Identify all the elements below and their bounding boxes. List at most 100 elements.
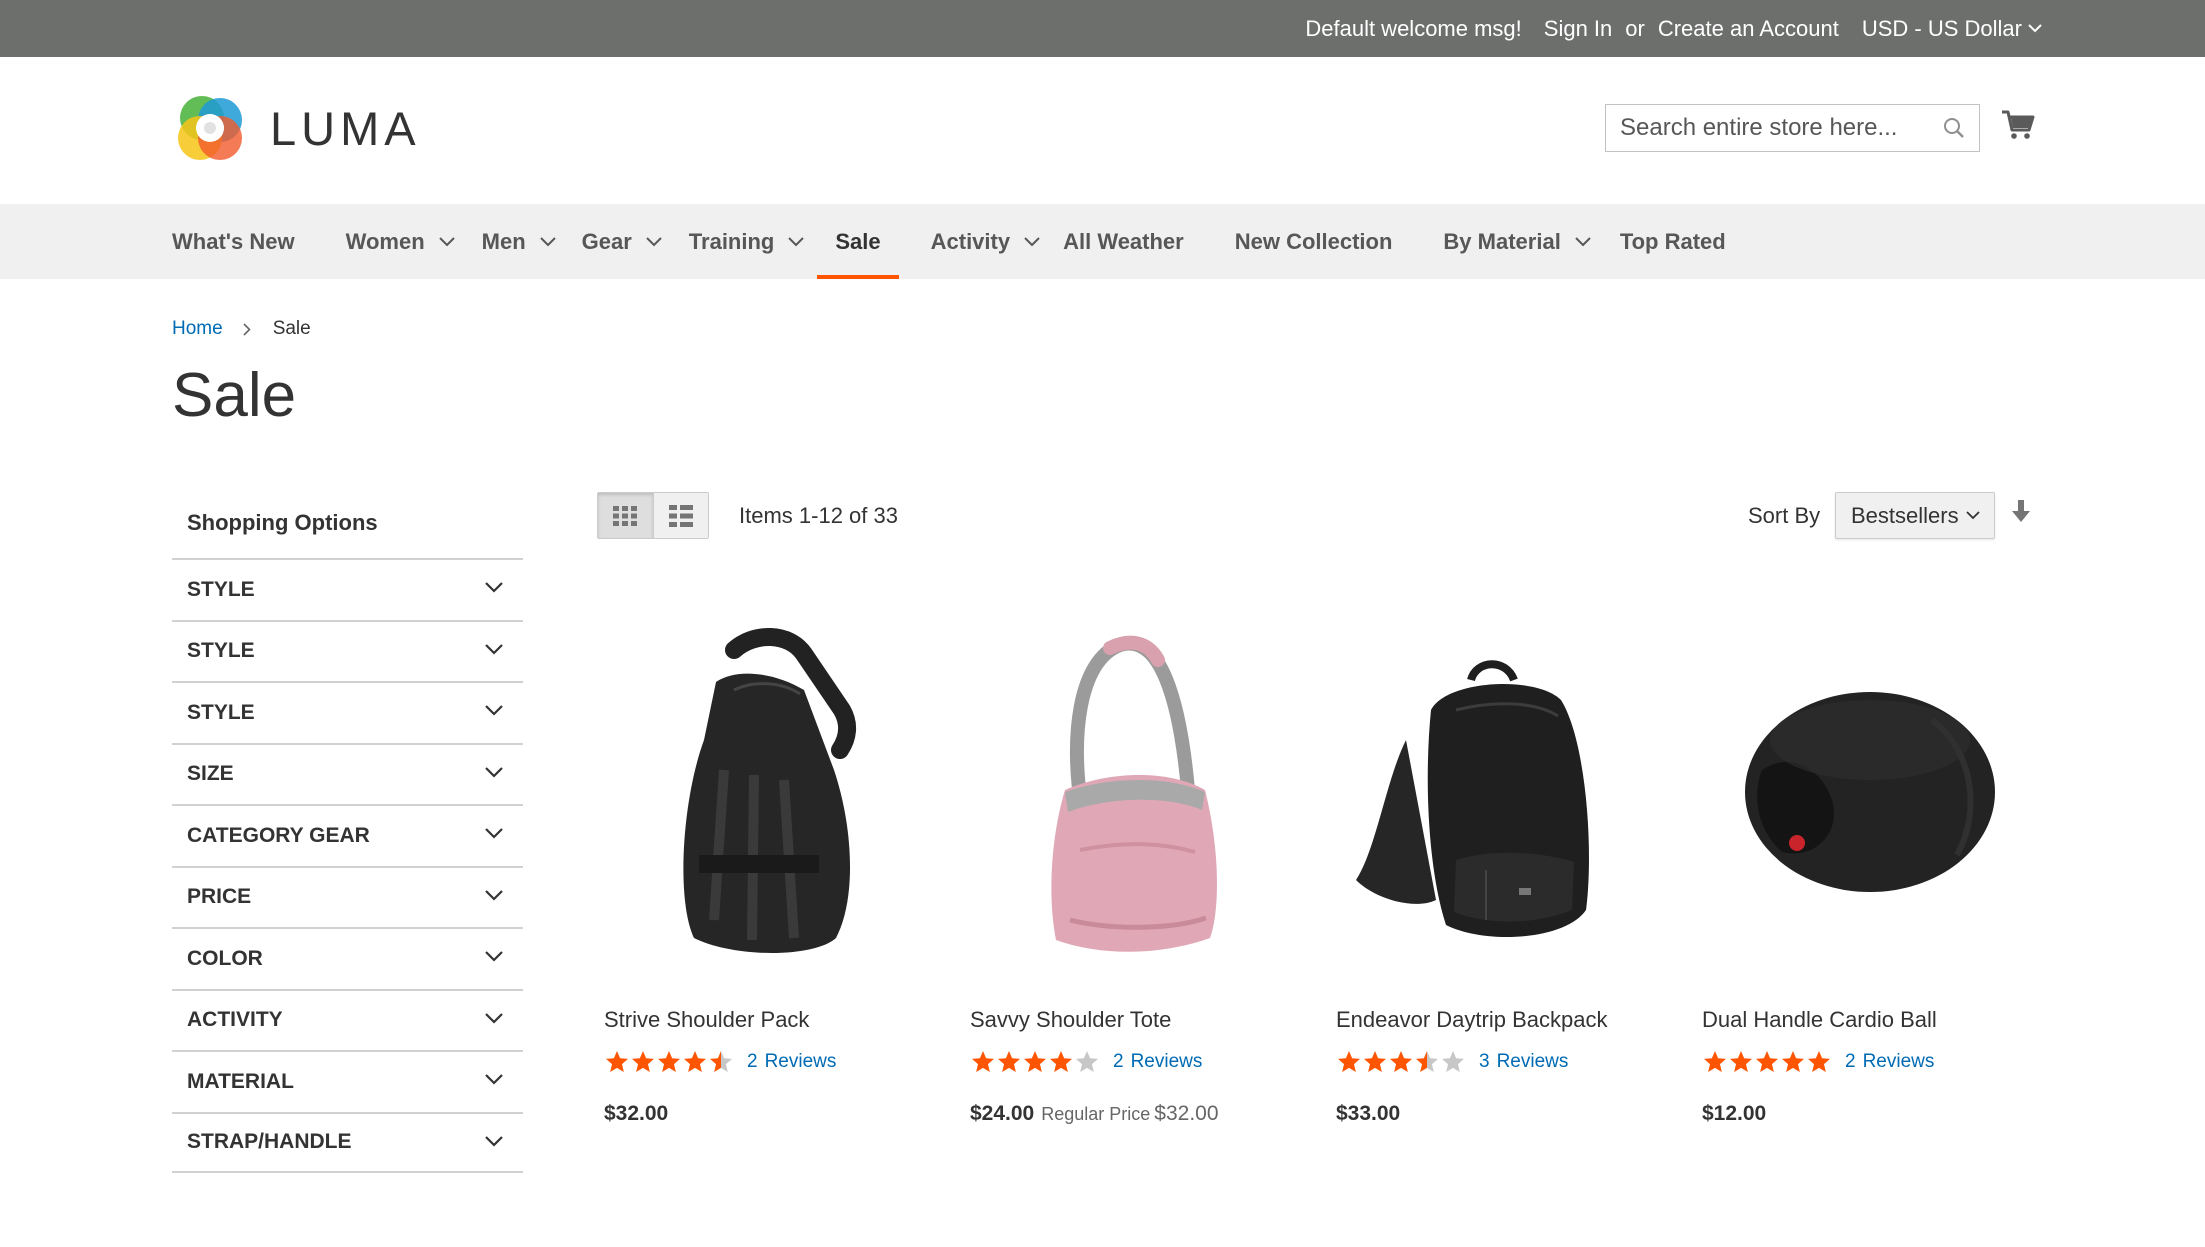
reviews-label: Reviews (1862, 1051, 1935, 1072)
nav-item-label: Men (481, 228, 526, 254)
chevron-down-icon (485, 889, 503, 901)
chevron-down-icon (2028, 24, 2042, 33)
rating-stars (604, 1050, 734, 1074)
nav-item-label: New Collection (1234, 228, 1393, 254)
chevron-down-icon (485, 1135, 503, 1147)
filter-material[interactable]: MATERIAL (172, 1050, 523, 1112)
breadcrumb-home-link[interactable]: Home (172, 318, 223, 340)
shopping-cart-icon[interactable] (2001, 109, 2035, 141)
filter-label: COLOR (187, 946, 263, 970)
create-account-link[interactable]: Create an Account (1658, 16, 1839, 42)
filter-activity[interactable]: ACTIVITY (172, 988, 523, 1051)
chevron-down-icon (485, 828, 503, 839)
rating-stars (970, 1050, 1100, 1074)
nav-item-by-material[interactable]: By Material (1443, 204, 1591, 279)
nav-item-label: Training (688, 228, 775, 254)
nav-item-whats-new[interactable]: What's New (172, 204, 295, 279)
product-price: $12.00 (1702, 1102, 1766, 1126)
filter-size[interactable]: SIZE (172, 742, 523, 805)
sign-in-link[interactable]: Sign In (1544, 16, 1613, 42)
grid-view-button[interactable] (598, 493, 653, 538)
star-icon (1442, 1051, 1464, 1072)
product-price: $24.00 Regular Price $32.00 (970, 1102, 1219, 1126)
search-input[interactable] (1606, 105, 1926, 151)
reviews-link[interactable]: 2 Reviews (747, 1051, 836, 1073)
nav-item-women[interactable]: Women (346, 204, 455, 279)
list-view-button[interactable] (652, 493, 708, 538)
product-image-daytrip-backpack[interactable] (1336, 620, 1656, 965)
filter-style[interactable]: STYLE (172, 558, 523, 620)
nav-item-label: Sale (835, 228, 881, 254)
chevron-down-icon (485, 643, 503, 655)
product-image-shoulder-pack[interactable] (604, 620, 924, 965)
star-icon (710, 1051, 732, 1072)
search-icon[interactable] (1943, 117, 1965, 139)
top-panel: Default welcome msg! Sign In or Create a… (0, 0, 2205, 57)
reviews-link[interactable]: 3 Reviews (1479, 1051, 1568, 1073)
sort-by-select[interactable]: Bestsellers (1835, 492, 1995, 539)
nav-item-gear[interactable]: Gear (582, 204, 662, 279)
price-value: $24.00 (970, 1102, 1035, 1125)
filter-label: SIZE (187, 762, 234, 786)
filter-category-gear[interactable]: CATEGORY GEAR (172, 804, 523, 866)
nav-item-all-weather[interactable]: All Weather (1063, 204, 1184, 279)
chevron-down-icon (485, 582, 503, 593)
filter-strap-handle[interactable]: STRAP/HANDLE (172, 1111, 523, 1173)
star-icon (1024, 1051, 1046, 1072)
nav-item-men[interactable]: Men (482, 204, 556, 279)
product-rating: 2 Reviews (970, 1050, 1202, 1074)
luma-logo-icon (178, 96, 242, 160)
price-value: $33.00 (1336, 1102, 1401, 1125)
product-image-cardio-ball[interactable] (1702, 620, 2022, 965)
nav-items: What's New Women Men Gear Training Sale … (172, 204, 1726, 279)
nav-item-label: By Material (1443, 228, 1561, 254)
product-rating: 2 Reviews (1702, 1050, 1934, 1074)
sort-direction-arrow-icon[interactable] (2011, 500, 2031, 524)
product-rating: 3 Reviews (1336, 1050, 1568, 1074)
product-name-link[interactable]: Endeavor Daytrip Backpack (1336, 1007, 1607, 1033)
nav-item-top-rated[interactable]: Top Rated (1620, 204, 1726, 279)
toolbar-amount: Items 1-12 of 33 (739, 503, 898, 528)
reviews-link[interactable]: 2 Reviews (1845, 1051, 1934, 1073)
currency-label: USD - US Dollar (1861, 15, 2022, 41)
reviews-link[interactable]: 2 Reviews (1113, 1051, 1202, 1073)
nav-item-sale[interactable]: Sale (817, 204, 899, 279)
layered-navigation: Shopping Options STYLE STYLE STYLE SIZE … (172, 488, 523, 1173)
currency-switcher[interactable]: USD - US Dollar (1862, 16, 2042, 42)
price-value: $32.00 (604, 1102, 669, 1125)
star-icon (1076, 1051, 1098, 1072)
review-count: 3 (1479, 1051, 1490, 1072)
nav-item-label: Top Rated (1619, 228, 1726, 254)
filter-label: STYLE (187, 700, 255, 724)
filter-style[interactable]: STYLE (172, 681, 523, 743)
star-icon (1730, 1051, 1752, 1072)
header-links: Default welcome msg! Sign In or Create a… (1305, 0, 2042, 57)
grid-icon (613, 505, 638, 526)
nav-item-training[interactable]: Training (689, 204, 805, 279)
product-name-link[interactable]: Dual Handle Cardio Ball (1702, 1007, 1937, 1033)
filter-style[interactable]: STYLE (172, 619, 523, 682)
product-name-link[interactable]: Strive Shoulder Pack (604, 1007, 809, 1033)
regular-price-value: $32.00 (1154, 1102, 1219, 1125)
view-mode-switcher (597, 492, 709, 539)
product-name-link[interactable]: Savvy Shoulder Tote (970, 1007, 1171, 1033)
chevron-down-icon (485, 1074, 503, 1085)
product-image-shoulder-tote[interactable] (970, 620, 1290, 965)
luma-logo[interactable]: LUMA (172, 90, 421, 166)
filter-color[interactable]: COLOR (172, 927, 523, 989)
nav-item-new-collection[interactable]: New Collection (1235, 204, 1393, 279)
welcome-message: Default welcome msg! (1305, 15, 1522, 41)
chevron-down-icon (539, 236, 556, 246)
regular-price-label: Regular Price (1041, 1104, 1151, 1124)
star-icon (1704, 1051, 1726, 1072)
star-icon (1364, 1051, 1386, 1072)
price-value: $12.00 (1702, 1102, 1767, 1125)
page-header: LUMA (0, 57, 2205, 204)
shopping-options-title: Shopping Options (187, 510, 378, 535)
nav-item-activity[interactable]: Activity (931, 204, 1040, 279)
chevron-down-icon (438, 236, 455, 246)
star-icon (1338, 1051, 1360, 1072)
filter-price[interactable]: PRICE (172, 865, 523, 928)
star-icon (606, 1051, 628, 1072)
reviews-label: Reviews (1496, 1051, 1569, 1072)
